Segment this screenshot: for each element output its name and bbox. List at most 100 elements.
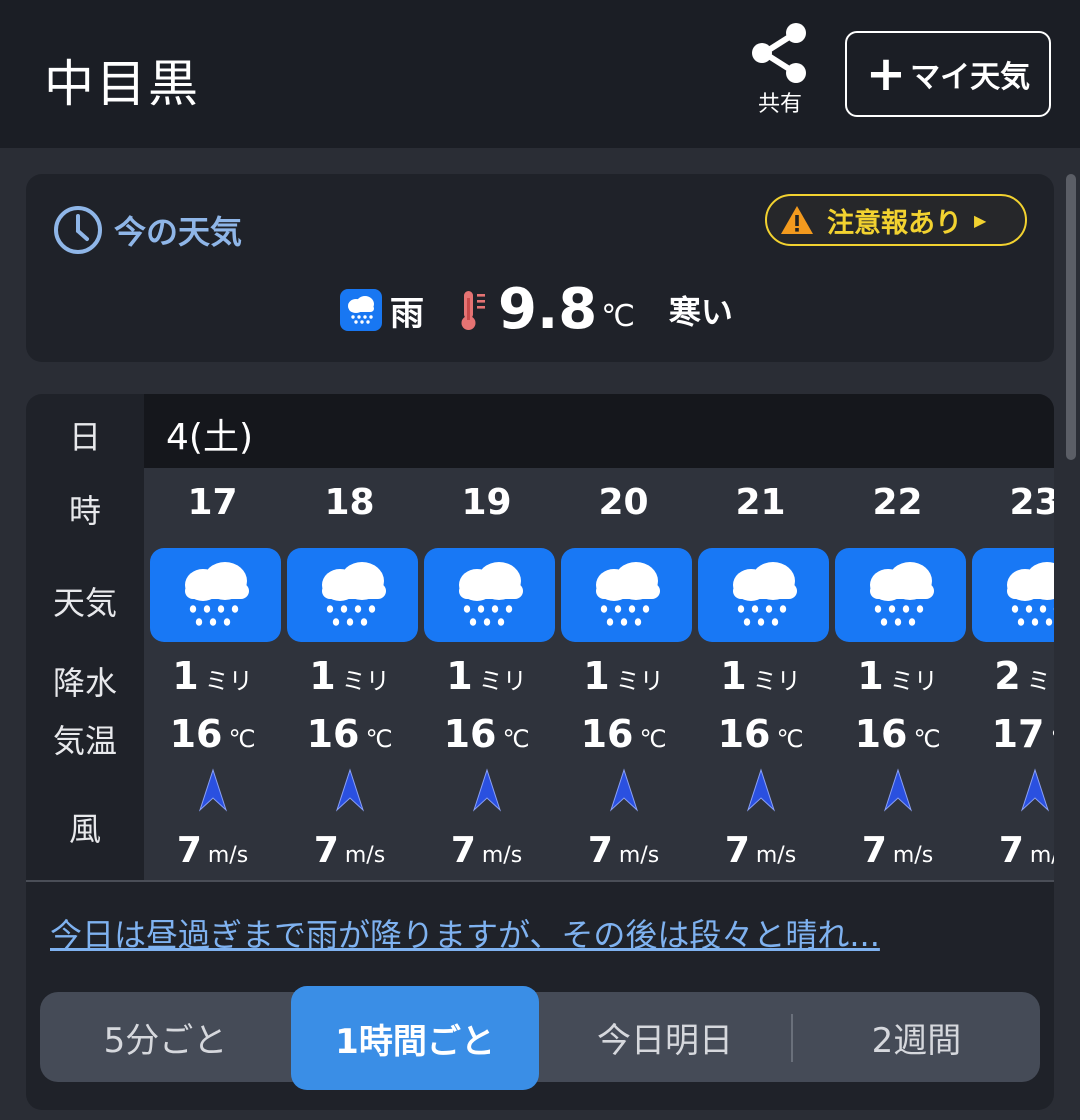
rain-cloud-icon xyxy=(150,548,281,642)
rain-cloud-icon xyxy=(561,548,692,642)
precipitation-cell: 1 ミリ xyxy=(144,654,281,698)
temperature-cell: 16 ℃ xyxy=(692,712,829,756)
hour-label: 20 xyxy=(598,482,649,523)
precipitation-cell: 1 ミリ xyxy=(555,654,692,698)
precipitation-value: 2 xyxy=(994,654,1021,698)
temperature-unit: ℃ xyxy=(601,299,635,334)
chevron-right-icon: ▶ xyxy=(974,210,987,230)
row-label-wind: 風 xyxy=(68,810,101,848)
hourly-forecast-card: 日 時 天気 降水 気温 風 4(土) 17 1 ミリ 16 ℃ 7 m/s 18 1 ミリ 16 ℃… xyxy=(26,394,1054,1110)
temperature-unit: ℃ xyxy=(502,725,530,753)
alert-label: 注意報あり xyxy=(827,207,962,239)
precipitation-unit: ミリ xyxy=(341,667,390,695)
temperature-cell: 16 ℃ xyxy=(829,712,966,756)
temperature-value: 16 xyxy=(306,712,360,756)
temperature-value: 17 xyxy=(991,712,1045,756)
wind-direction-icon xyxy=(609,768,639,816)
wind-speed-unit: m/s xyxy=(755,843,797,868)
hourly-grid[interactable]: 17 1 ミリ 16 ℃ 7 m/s 18 1 ミリ 16 ℃ 7 m/s 19 1 ミリ 16 ℃ 7 m/s 20 1 ミ… xyxy=(144,468,1054,880)
temperature-cell: 17℃ xyxy=(966,712,1054,756)
precipitation-cell: 1 ミリ xyxy=(692,654,829,698)
precipitation-cell: 1 ミリ xyxy=(281,654,418,698)
wind-direction-icon xyxy=(198,768,228,816)
wind-speed-unit: m/s xyxy=(481,843,523,868)
current-weather-summary: 雨 9.8 ℃ 寒い xyxy=(340,282,733,338)
row-label-temp: 気温 xyxy=(52,722,117,760)
share-button[interactable]: 共有 xyxy=(748,22,812,122)
wind-speed-unit: m/s xyxy=(892,843,934,868)
temperature-value: 16 xyxy=(717,712,771,756)
hour-label: 19 xyxy=(461,482,512,523)
share-label: 共有 xyxy=(757,92,802,117)
hour-column: 22 1 ミリ 16 ℃ 7 m/s xyxy=(829,468,966,880)
temperature-unit: ℃ xyxy=(776,725,804,753)
tab-5min[interactable]: 5分ごと xyxy=(40,992,291,1082)
precipitation-unit: ミリ xyxy=(752,667,801,695)
wind-speed-value: 7 xyxy=(861,830,887,871)
precipitation-unit: ミリ xyxy=(889,667,938,695)
temperature-cell: 16 ℃ xyxy=(418,712,555,756)
precipitation-cell: 2ミリ xyxy=(966,654,1054,698)
alert-badge[interactable]: 注意報あり ▶ xyxy=(765,194,1027,246)
wind-direction-icon xyxy=(1020,768,1050,816)
tab-1hour[interactable]: 1時間ごと xyxy=(291,986,539,1090)
forecast-summary-link[interactable]: 今日は昼過ぎまで雨が降りますが、その後は段々と晴れ... xyxy=(50,910,1030,956)
row-label-hour: 時 xyxy=(68,492,101,530)
precipitation-unit: ミリ xyxy=(1026,667,1054,695)
wind-speed-value: 7 xyxy=(313,830,339,871)
precipitation-value: 1 xyxy=(720,654,747,698)
scrollbar[interactable] xyxy=(1066,174,1076,460)
wind-speed-unit: m/s xyxy=(344,843,386,868)
forecast-range-tabs: 5分ごと 1時間ごと 今日明日 2週間 xyxy=(40,986,1040,1090)
row-label-precip: 降水 xyxy=(52,664,117,702)
precipitation-unit: ミリ xyxy=(204,667,253,695)
tab-today-tomorrow[interactable]: 今日明日 xyxy=(539,992,791,1082)
hour-column: 19 1 ミリ 16 ℃ 7 m/s xyxy=(418,468,555,880)
wind-direction-icon xyxy=(883,768,913,816)
row-label-day: 日 xyxy=(68,418,101,456)
wind-speed-unit: m/s xyxy=(207,843,249,868)
hour-label: 22 xyxy=(872,482,923,523)
rain-cloud-icon xyxy=(287,548,418,642)
rain-cloud-icon xyxy=(835,548,966,642)
precipitation-value: 1 xyxy=(583,654,610,698)
hour-column: 23 2ミリ 17℃ 7m/s xyxy=(966,468,1054,880)
wind-cell: 7m/s xyxy=(555,830,692,871)
wind-speed-value: 7 xyxy=(724,830,750,871)
current-weather-card: 今の天気 注意報あり ▶ 雨 9.8 ℃ 寒い xyxy=(26,174,1054,362)
hour-column: 20 1 ミリ 16 ℃ 7 m/s xyxy=(555,468,692,880)
location-title: 中目黒 xyxy=(44,55,200,113)
wind-cell: 7m/s xyxy=(281,830,418,871)
temperature-cell: 16 ℃ xyxy=(555,712,692,756)
temperature-value: 16 xyxy=(854,712,908,756)
thermometer-icon xyxy=(461,291,485,330)
add-my-weather-button[interactable]: + マイ天気 xyxy=(845,31,1051,117)
precipitation-value: 1 xyxy=(172,654,199,698)
temperature-unit: ℃ xyxy=(913,725,941,753)
precipitation-value: 1 xyxy=(446,654,473,698)
temperature-cell: 16 ℃ xyxy=(281,712,418,756)
share-icon xyxy=(752,23,806,83)
wind-speed-value: 7 xyxy=(587,830,613,871)
rain-cloud-icon xyxy=(340,289,382,331)
precipitation-cell: 1 ミリ xyxy=(829,654,966,698)
date-header: 4(土) xyxy=(144,394,1054,468)
temperature-unit: ℃ xyxy=(1050,725,1054,753)
wind-direction-icon xyxy=(472,768,502,816)
wind-speed-value: 7 xyxy=(176,830,202,871)
precipitation-unit: ミリ xyxy=(478,667,527,695)
hour-column: 21 1 ミリ 16 ℃ 7 m/s xyxy=(692,468,829,880)
hour-label: 18 xyxy=(324,482,375,523)
hour-column: 17 1 ミリ 16 ℃ 7 m/s xyxy=(144,468,281,880)
divider xyxy=(26,880,1054,882)
temperature-value: 16 xyxy=(443,712,497,756)
hour-label: 21 xyxy=(735,482,786,523)
precipitation-unit: ミリ xyxy=(615,667,664,695)
hour-label: 23 xyxy=(1009,482,1054,523)
temperature-unit: ℃ xyxy=(228,725,256,753)
tab-2weeks[interactable]: 2週間 xyxy=(793,992,1040,1082)
wind-cell: 7m/s xyxy=(418,830,555,871)
wind-cell: 7m/s xyxy=(144,830,281,871)
wind-direction-icon xyxy=(335,768,365,816)
hour-label: 17 xyxy=(187,482,238,523)
